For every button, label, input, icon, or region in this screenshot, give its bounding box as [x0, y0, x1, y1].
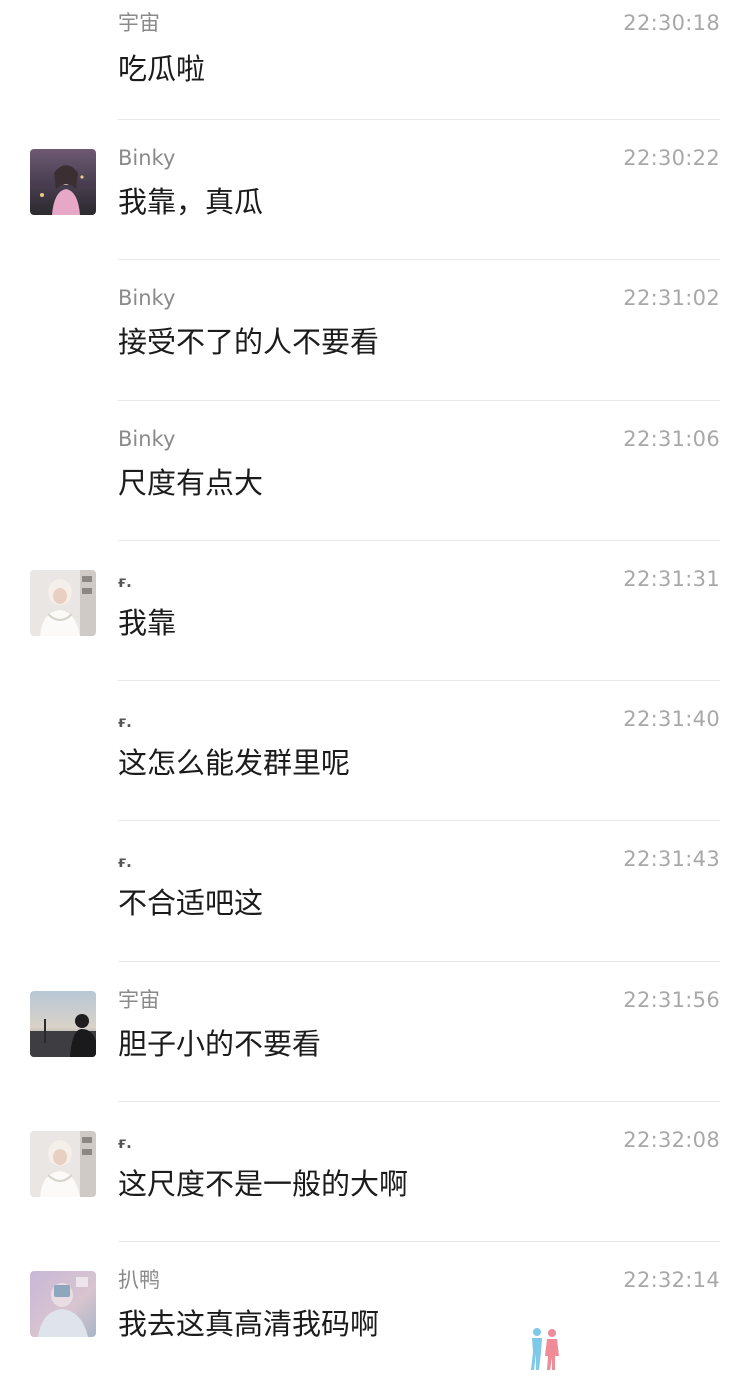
f-avatar-image [30, 1131, 96, 1198]
message-text: 我去这真高清我码啊 [118, 1307, 380, 1342]
message-time: 22:31:06 [623, 426, 720, 451]
message-row[interactable]: Binky 22:31:06 尺度有点大 [0, 401, 750, 541]
message-text: 胆子小的不要看 [118, 1026, 322, 1061]
message-time: 22:31:43 [623, 847, 720, 872]
sender-name: ғ. [118, 853, 132, 872]
message-time: 22:31:31 [623, 566, 720, 591]
message-row[interactable]: ғ. 22:31:40 这怎么能发群里呢 [0, 681, 750, 822]
message-row[interactable]: Binky 22:31:02 接受不了的人不要看 [0, 260, 750, 401]
chat-history-list: 宇宙 22:30:18 吃瓜啦 Binky 22:30:22 我靠，真瓜 Bin… [0, 0, 750, 1383]
message-time: 22:31:02 [623, 286, 720, 311]
avatar[interactable] [30, 569, 96, 636]
message-row[interactable]: 宇宙 22:30:18 吃瓜啦 [0, 0, 750, 120]
message-text: 尺度有点大 [118, 465, 264, 500]
message-time: 22:30:18 [623, 11, 720, 35]
sender-name: Binky [118, 146, 176, 170]
couple-silhouette-icon [524, 1326, 564, 1370]
message-text: 不合适吧这 [118, 886, 264, 921]
message-text: 接受不了的人不要看 [118, 325, 380, 360]
binky-avatar-image [30, 149, 96, 215]
message-text: 这怎么能发群里呢 [118, 746, 351, 781]
sender-name: ғ. [118, 572, 132, 591]
sender-name: Binky [118, 426, 176, 451]
message-text: 我靠 [118, 605, 177, 640]
message-row[interactable]: ғ. 22:31:31 我靠 [0, 541, 750, 682]
message-time: 22:31:40 [623, 707, 720, 732]
sender-name: ғ. [118, 1134, 132, 1153]
message-row[interactable]: 扒鸭 22:32:14 我去这真高清我码啊 [0, 1242, 750, 1382]
avatar[interactable] [30, 990, 96, 1057]
sender-name: Binky [118, 286, 176, 311]
message-text: 这尺度不是一般的大啊 [118, 1167, 409, 1202]
message-time: 22:30:22 [623, 146, 720, 170]
message-row[interactable]: ғ. 22:31:43 不合适吧这 [0, 821, 750, 962]
message-time: 22:31:56 [623, 987, 720, 1012]
message-time: 22:32:14 [623, 1268, 720, 1293]
message-row[interactable]: Binky 22:30:22 我靠，真瓜 [0, 120, 750, 261]
message-text: 我靠，真瓜 [118, 185, 264, 219]
message-text: 吃瓜啦 [118, 52, 206, 86]
sender-name: 宇宙 [118, 11, 160, 35]
avatar[interactable] [30, 1271, 96, 1338]
sender-name: 宇宙 [118, 987, 160, 1012]
f-avatar-image [30, 569, 96, 636]
avatar[interactable] [30, 1131, 96, 1198]
sender-name: 扒鸭 [118, 1268, 160, 1293]
message-row[interactable]: ғ. 22:32:08 这尺度不是一般的大啊 [0, 1102, 750, 1243]
sender-name: ғ. [118, 713, 132, 732]
avatar[interactable] [30, 149, 96, 215]
message-row[interactable]: 宇宙 22:31:56 胆子小的不要看 [0, 962, 750, 1103]
yuzhou-avatar-image [30, 990, 96, 1057]
message-time: 22:32:08 [623, 1128, 720, 1153]
baya-avatar-image [30, 1271, 96, 1338]
